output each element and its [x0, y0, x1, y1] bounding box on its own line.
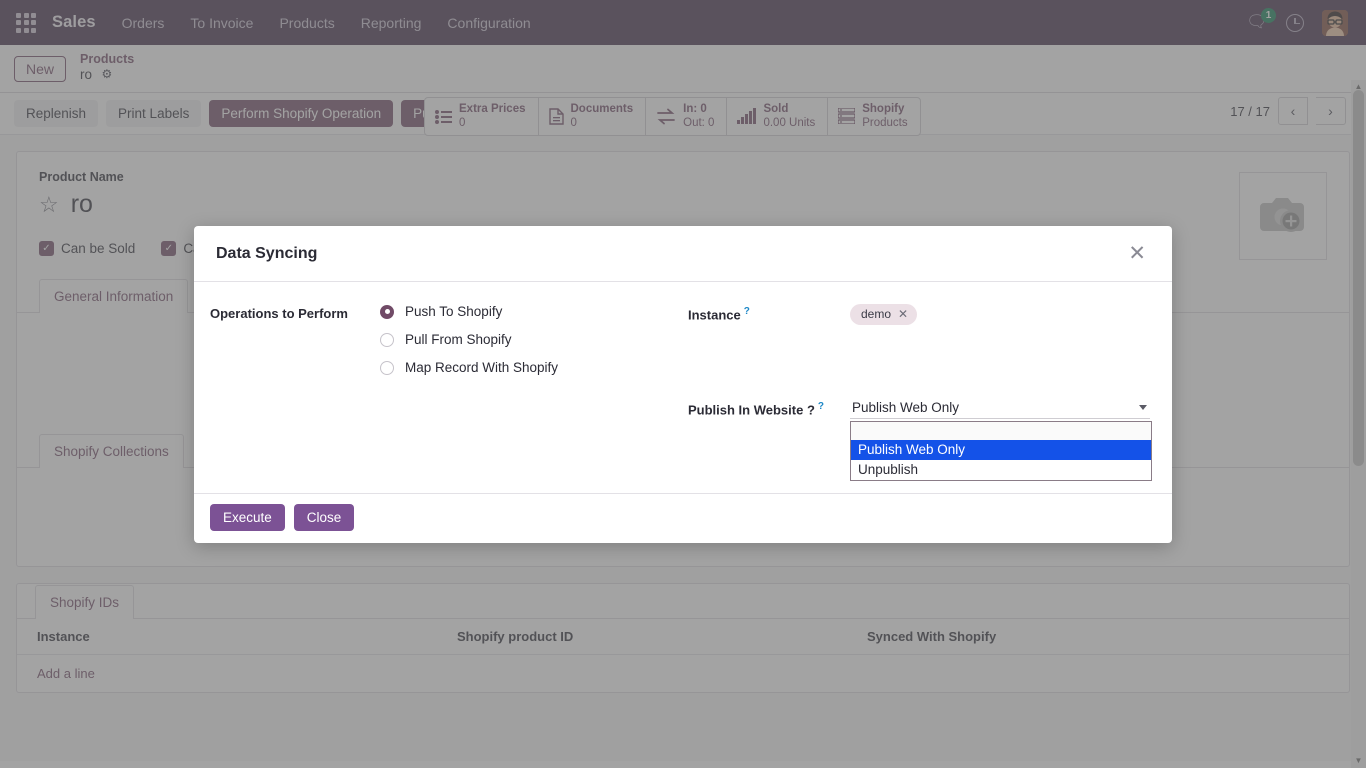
- radio-indicator: [380, 333, 394, 347]
- publish-selected-value: Publish Web Only: [852, 400, 959, 415]
- dialog-title: Data Syncing: [216, 245, 317, 263]
- operations-label: Operations to Perform: [210, 304, 380, 321]
- operations-field: Operations to Perform Push To Shopify Pu…: [210, 304, 684, 375]
- help-icon[interactable]: ?: [818, 401, 824, 412]
- radio-label: Map Record With Shopify: [405, 360, 558, 375]
- dialog-header: Data Syncing ✕: [194, 226, 1172, 282]
- publish-in-website-field: Publish In Website ?? Publish Web Only P…: [688, 399, 1150, 419]
- dialog-body: Operations to Perform Push To Shopify Pu…: [194, 282, 1172, 493]
- radio-label: Push To Shopify: [405, 304, 502, 319]
- publish-select-dropdown: Publish Web Only Unpublish: [850, 421, 1152, 481]
- dialog-right-column: Instance? demo ✕ Publish In Website ??: [684, 304, 1150, 493]
- radio-indicator: [380, 361, 394, 375]
- instance-field: Instance? demo ✕: [688, 304, 1150, 325]
- radio-label: Pull From Shopify: [405, 332, 512, 347]
- instance-tag-list[interactable]: demo ✕: [850, 304, 917, 325]
- radio-pull-from-shopify[interactable]: Pull From Shopify: [380, 332, 558, 347]
- instance-label: Instance: [688, 307, 741, 322]
- option-unpublish[interactable]: Unpublish: [851, 460, 1151, 480]
- close-icon[interactable]: ✕: [1124, 241, 1150, 266]
- publish-select[interactable]: Publish Web Only: [850, 399, 1150, 419]
- radio-push-to-shopify[interactable]: Push To Shopify: [380, 304, 558, 319]
- chevron-down-icon: [1139, 405, 1147, 410]
- app-root: Sales Orders To Invoice Products Reporti…: [0, 0, 1366, 768]
- dialog-left-column: Operations to Perform Push To Shopify Pu…: [210, 304, 684, 493]
- instance-label-wrap: Instance?: [688, 304, 850, 322]
- option-blank[interactable]: [851, 422, 1151, 440]
- radio-map-record-with-shopify[interactable]: Map Record With Shopify: [380, 360, 558, 375]
- tag-demo[interactable]: demo ✕: [850, 304, 917, 325]
- tag-label: demo: [861, 307, 891, 321]
- option-publish-web-only[interactable]: Publish Web Only: [851, 440, 1151, 460]
- publish-label-wrap: Publish In Website ??: [688, 399, 850, 417]
- dialog-footer: Execute Close: [194, 493, 1172, 543]
- execute-button[interactable]: Execute: [210, 504, 285, 531]
- publish-select-wrapper: Publish Web Only Publish Web Only Unpubl…: [850, 399, 1150, 419]
- tag-remove-icon[interactable]: ✕: [898, 308, 908, 320]
- data-syncing-dialog: Data Syncing ✕ Operations to Perform Pus…: [194, 226, 1172, 543]
- help-icon[interactable]: ?: [744, 306, 750, 317]
- close-button[interactable]: Close: [294, 504, 355, 531]
- operations-radio-group: Push To Shopify Pull From Shopify Map Re…: [380, 304, 558, 375]
- radio-indicator-selected: [380, 305, 394, 319]
- publish-label: Publish In Website ?: [688, 402, 815, 417]
